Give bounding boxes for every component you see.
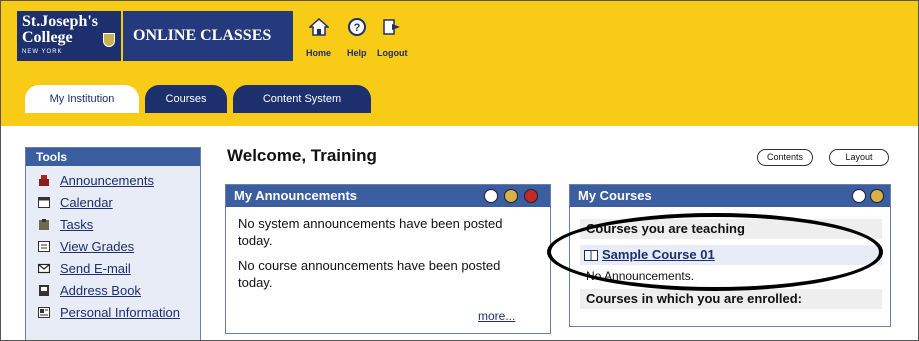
announcements-title: My Announcements: [234, 188, 358, 203]
help-link[interactable]: Help: [347, 48, 367, 58]
announcements-icon: [39, 175, 49, 186]
edit-icon[interactable]: [504, 189, 518, 203]
tool-label[interactable]: Announcements: [60, 173, 154, 188]
tab-content-system[interactable]: Content System: [233, 85, 371, 113]
tool-label[interactable]: Tasks: [60, 217, 93, 232]
tab-courses[interactable]: Courses: [145, 85, 227, 113]
enrolled-heading: Courses in which you are enrolled:: [586, 291, 802, 306]
logo-line-3: NEW YORK: [22, 49, 63, 55]
calendar-icon: [38, 197, 50, 208]
system-announcement-text: No system announcements have been posted…: [238, 216, 503, 248]
help-icon[interactable]: ?: [347, 17, 367, 37]
tool-label[interactable]: Personal Information: [60, 305, 180, 321]
tab-my-institution[interactable]: My Institution: [25, 85, 139, 113]
personal-info-icon: [38, 307, 50, 318]
layout-button[interactable]: Layout: [829, 149, 889, 166]
crest-icon: [103, 33, 115, 47]
announcements-header: My Announcements: [226, 185, 550, 207]
svg-text:?: ?: [354, 22, 361, 34]
courses-title: My Courses: [578, 188, 652, 203]
tool-tasks[interactable]: Tasks: [26, 214, 200, 236]
tool-label[interactable]: View Grades: [60, 239, 134, 254]
tool-calendar[interactable]: Calendar: [26, 192, 200, 214]
tools-panel: Tools Announcements Calendar Tasks View …: [25, 147, 201, 340]
minimize-icon[interactable]: [484, 189, 498, 203]
contents-button[interactable]: Contents: [757, 149, 813, 166]
top-nav: Home ? Help Logout: [306, 17, 437, 58]
college-logo[interactable]: St.Joseph's College NEW YORK: [17, 11, 121, 61]
tool-address-book[interactable]: Address Book: [26, 280, 200, 302]
logo-line-1: St.Joseph's: [22, 13, 99, 30]
tool-label[interactable]: Send E-mail: [60, 261, 131, 276]
home-icon[interactable]: [309, 17, 329, 37]
online-classes-banner: ONLINE CLASSES: [123, 11, 293, 61]
edit-icon[interactable]: [870, 189, 884, 203]
tool-label[interactable]: Calendar: [60, 195, 113, 210]
logo-line-2: College: [22, 29, 73, 46]
tool-send-email[interactable]: Send E-mail: [26, 258, 200, 280]
announcements-module: My Announcements No system announcements…: [225, 184, 551, 334]
page-title: Welcome, Training: [227, 146, 377, 165]
more-link[interactable]: more...: [478, 309, 515, 323]
tool-personal-information[interactable]: Personal Information: [26, 302, 200, 340]
header-bar: St.Joseph's College NEW YORK ONLINE CLAS…: [1, 1, 918, 126]
tool-label[interactable]: Address Book: [60, 283, 141, 298]
course-announcement-text: No course announcements have been posted…: [238, 258, 501, 290]
address-book-icon: [39, 285, 49, 296]
logout-link[interactable]: Logout: [377, 48, 408, 58]
tool-announcements[interactable]: Announcements: [26, 170, 200, 192]
courses-header: My Courses: [570, 185, 890, 207]
minimize-icon[interactable]: [852, 189, 866, 203]
enrolled-row: Courses in which you are enrolled:: [580, 289, 882, 309]
logout-icon[interactable]: [381, 17, 401, 37]
tool-view-grades[interactable]: View Grades: [26, 236, 200, 258]
grades-icon: [38, 241, 50, 252]
highlight-ellipse: [547, 213, 883, 291]
home-link[interactable]: Home: [306, 48, 331, 58]
close-icon[interactable]: [524, 189, 538, 203]
tasks-icon: [39, 219, 49, 230]
tools-list: Announcements Calendar Tasks View Grades…: [26, 166, 200, 340]
tools-header: Tools: [26, 148, 200, 166]
email-icon: [38, 263, 50, 274]
browser-frame: St.Joseph's College NEW YORK ONLINE CLAS…: [0, 0, 919, 341]
